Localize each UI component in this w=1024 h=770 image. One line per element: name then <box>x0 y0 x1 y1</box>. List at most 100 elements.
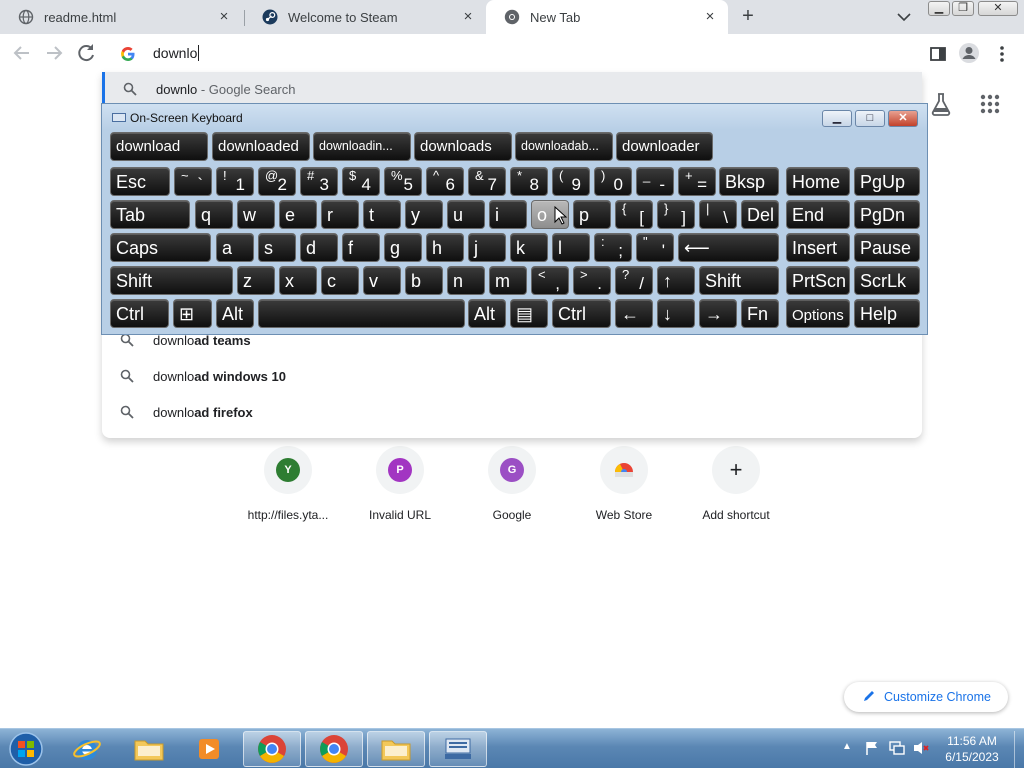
osk-key-row1-12[interactable]: ) 0 <box>594 167 632 196</box>
osk-key-row4-13[interactable]: Shift <box>699 266 779 295</box>
osk-key-row2-3[interactable]: w <box>237 200 275 229</box>
forward-button[interactable] <box>42 41 66 65</box>
suggestion-row[interactable]: download windows 10 <box>102 359 922 393</box>
shortcut-tile[interactable]: Web Store <box>568 446 680 522</box>
osk-key-row4-5[interactable]: v <box>363 266 401 295</box>
osk-key-row1-16[interactable]: Home <box>786 167 850 196</box>
osk-key-row1-8[interactable]: ^ 6 <box>426 167 464 196</box>
osk-key-row3-12[interactable]: " ' <box>636 233 674 262</box>
osk-key-row2-7[interactable]: y <box>405 200 443 229</box>
address-bar[interactable]: downlo <box>102 36 922 72</box>
osk-key-row4-6[interactable]: b <box>405 266 443 295</box>
osk-key-row3-13[interactable]: ⟵ <box>678 233 779 262</box>
customize-chrome-button[interactable]: Customize Chrome <box>844 682 1008 712</box>
osk-key-row2-14[interactable]: | \ <box>699 200 737 229</box>
osk-key-row5-13[interactable]: Help <box>854 299 920 328</box>
osk-key-row1-2[interactable]: ~ ` <box>174 167 212 196</box>
osk-key-row4-7[interactable]: n <box>447 266 485 295</box>
taskbar-media-player[interactable] <box>180 731 238 767</box>
google-apps-grid-icon[interactable] <box>980 94 1000 114</box>
osk-key-row2-6[interactable]: t <box>363 200 401 229</box>
osk-key-row2-15[interactable]: Del <box>741 200 779 229</box>
osk-key-row1-17[interactable]: PgUp <box>854 167 920 196</box>
taskbar-file-explorer[interactable] <box>120 731 178 767</box>
address-bar-text[interactable]: downlo <box>153 45 200 61</box>
osk-title-bar[interactable]: On-Screen Keyboard ▁ □ ✕ <box>102 104 927 130</box>
start-button[interactable] <box>6 731 46 767</box>
close-tab-icon[interactable]: × <box>460 9 476 25</box>
osk-key-row4-11[interactable]: ? / <box>615 266 653 295</box>
osk-key-row4-10[interactable]: >. <box>573 266 611 295</box>
osk-key-row4-12[interactable]: ↑ <box>657 266 695 295</box>
osk-prediction-5[interactable]: downloadab... <box>515 132 613 161</box>
osk-key-row2-9[interactable]: i <box>489 200 527 229</box>
action-center-flag-icon[interactable] <box>864 740 880 759</box>
osk-key-row1-11[interactable]: (9 <box>552 167 590 196</box>
osk-key-row5-4[interactable] <box>258 299 465 328</box>
osk-key-row5-11[interactable]: Fn <box>741 299 779 328</box>
osk-key-row3-1[interactable]: Caps <box>110 233 211 262</box>
osk-key-row2-11[interactable]: p <box>573 200 611 229</box>
osk-key-row4-8[interactable]: m <box>489 266 527 295</box>
show-desktop-button[interactable] <box>1014 731 1024 769</box>
profile-avatar-icon[interactable] <box>958 42 980 64</box>
osk-prediction-6[interactable]: downloader <box>616 132 713 161</box>
osk-key-row3-9[interactable]: k <box>510 233 548 262</box>
osk-key-row3-3[interactable]: s <box>258 233 296 262</box>
osk-close-button[interactable]: ✕ <box>888 110 918 127</box>
osk-key-row3-7[interactable]: h <box>426 233 464 262</box>
osk-key-row3-14[interactable]: Insert <box>786 233 850 262</box>
osk-key-row4-3[interactable]: x <box>279 266 317 295</box>
side-panel-icon[interactable] <box>928 44 948 64</box>
suggestion-row[interactable]: downlo - Google Search <box>102 72 922 106</box>
restore-window-button[interactable]: ❐ <box>952 1 974 16</box>
taskbar-chrome-2[interactable] <box>305 731 363 767</box>
osk-key-row2-1[interactable]: Tab <box>110 200 190 229</box>
suggestion-row[interactable]: download firefox <box>102 395 922 429</box>
show-hidden-icons-chevron-icon[interactable]: ▲ <box>842 741 852 752</box>
osk-key-row1-14[interactable]: + = <box>678 167 716 196</box>
shortcut-tile[interactable]: Y http://files.yta... <box>232 446 344 522</box>
taskbar-file-explorer-open[interactable] <box>367 731 425 767</box>
back-button[interactable] <box>10 41 34 65</box>
osk-key-row1-4[interactable]: @2 <box>258 167 296 196</box>
osk-prediction-3[interactable]: downloadin... <box>313 132 411 161</box>
tab-readme[interactable]: readme.html × <box>0 0 242 34</box>
osk-key-row5-6[interactable]: ▤ <box>510 299 548 328</box>
osk-key-row2-2[interactable]: q <box>195 200 233 229</box>
osk-key-row1-10[interactable]: * 8 <box>510 167 548 196</box>
reload-button[interactable] <box>74 41 98 65</box>
osk-key-row3-6[interactable]: g <box>384 233 422 262</box>
osk-key-row1-5[interactable]: #3 <box>300 167 338 196</box>
volume-muted-icon[interactable] <box>912 740 930 759</box>
osk-key-row2-17[interactable]: PgDn <box>854 200 920 229</box>
osk-prediction-1[interactable]: download <box>110 132 208 161</box>
osk-key-row1-13[interactable]: _ - <box>636 167 674 196</box>
osk-key-row5-3[interactable]: Alt <box>216 299 254 328</box>
osk-prediction-4[interactable]: downloads <box>414 132 512 161</box>
close-window-button[interactable]: ✕ <box>978 1 1018 16</box>
tab-new-tab[interactable]: New Tab × <box>486 0 728 34</box>
osk-key-row1-3[interactable]: ! 1 <box>216 167 254 196</box>
osk-key-row5-2[interactable]: ⊞ <box>173 299 212 328</box>
osk-key-row2-12[interactable]: {[ <box>615 200 653 229</box>
close-tab-icon[interactable]: × <box>702 9 718 25</box>
osk-key-row2-16[interactable]: End <box>786 200 850 229</box>
osk-minimize-button[interactable]: ▁ <box>822 110 852 127</box>
osk-key-row5-7[interactable]: Ctrl <box>552 299 611 328</box>
osk-key-row3-5[interactable]: f <box>342 233 380 262</box>
taskbar-chrome-1[interactable] <box>243 731 301 767</box>
network-icon[interactable] <box>888 740 906 759</box>
osk-key-row5-8[interactable]: ← <box>615 299 653 328</box>
tab-search-chevron-icon[interactable] <box>894 8 914 26</box>
osk-key-row2-4[interactable]: e <box>279 200 317 229</box>
osk-key-row1-1[interactable]: Esc <box>110 167 170 196</box>
taskbar-internet-explorer[interactable] <box>58 731 116 767</box>
minimize-window-button[interactable]: ▁ <box>928 1 950 16</box>
osk-key-row4-4[interactable]: c <box>321 266 359 295</box>
osk-key-row4-15[interactable]: ScrLk <box>854 266 920 295</box>
osk-key-row1-9[interactable]: & 7 <box>468 167 506 196</box>
taskbar-clock[interactable]: 11:56 AM 6/15/2023 <box>936 733 1008 765</box>
osk-key-row3-10[interactable]: l <box>552 233 590 262</box>
labs-flask-icon[interactable] <box>930 92 952 116</box>
